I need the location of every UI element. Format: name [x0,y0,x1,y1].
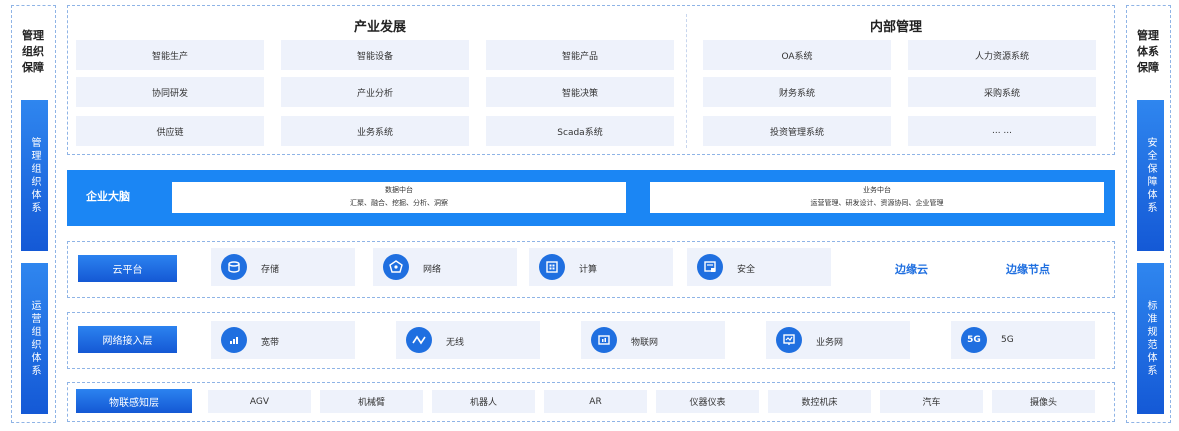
iot-item[interactable]: AR [544,390,647,413]
internal-item[interactable]: ... ... [908,116,1096,146]
compute-icon [539,254,565,280]
network-item-label: 无线 [446,338,465,348]
industry-title: 产业发展 [353,20,406,35]
data-center-title: 数据中台 [385,186,413,194]
internal-title: 内部管理 [869,20,922,35]
business-center-desc: 运营管理、研发设计、资源协同、企业管理 [810,199,944,207]
enterprise-brain-label: 企业大脑 [86,190,130,203]
business-center-box[interactable]: 业务中台 运营管理、研发设计、资源协同、企业管理 [650,182,1104,213]
cloud-item-label: 存储 [261,265,280,275]
internal-item[interactable]: 投资管理系统 [703,116,891,146]
industry-item[interactable]: 智能设备 [281,40,469,70]
cloud-item-compute[interactable]: 计算 [529,248,673,286]
storage-icon [221,254,247,280]
network-item-label: 物联网 [631,338,659,348]
business-network-icon [776,327,802,353]
industry-item[interactable]: 供应链 [76,116,264,146]
internal-item[interactable]: 财务系统 [703,77,891,107]
cloud-item-security[interactable]: 安全 [687,248,831,286]
cloud-item-label: 网络 [423,265,442,275]
network-item-iot[interactable]: 物联网 [581,321,725,359]
iot-perception-label: 物联感知层 [76,389,192,413]
network-item-wireless[interactable]: 无线 [396,321,540,359]
industry-item[interactable]: Scada系统 [486,116,674,146]
iot-item[interactable]: 机械臂 [320,390,423,413]
iot-item[interactable]: 仪器仪表 [656,390,759,413]
left-column-title: 管理 组织 保障 [22,29,44,74]
network-item-broadband[interactable]: 宽带 [211,321,355,359]
network-item-label: 宽带 [261,338,280,348]
internal-item[interactable]: 人力资源系统 [908,40,1096,70]
standard-system-bar: 标准规范体系 [1137,263,1164,414]
data-center-box[interactable]: 数据中台 汇聚、融合、挖掘、分析、洞察 [172,182,626,213]
edge-node-label[interactable]: 边缘节点 [1006,261,1050,277]
broadband-icon [221,327,247,353]
iot-icon [591,327,617,353]
5g-icon: 5G [961,327,987,353]
network-access-label: 网络接入层 [78,326,177,353]
security-icon [697,254,723,280]
iot-item[interactable]: 汽车 [880,390,983,413]
iot-item[interactable]: 机器人 [432,390,535,413]
industry-item[interactable]: 智能生产 [76,40,264,70]
management-org-system-bar: 管理组织体系 [21,100,48,251]
industry-item[interactable]: 智能决策 [486,77,674,107]
business-center-title: 业务中台 [863,186,891,194]
iot-item[interactable]: 数控机床 [768,390,871,413]
network-item-business[interactable]: 业务网 [766,321,910,359]
network-icon [383,254,409,280]
wireless-icon [406,327,432,353]
internal-item[interactable]: OA系统 [703,40,891,70]
network-item-label: 5G [1001,335,1014,345]
industry-item[interactable]: 协同研发 [76,77,264,107]
data-center-desc: 汇聚、融合、挖掘、分析、洞察 [350,199,448,207]
cloud-item-label: 计算 [579,265,598,275]
operation-org-system-bar: 运营组织体系 [21,263,48,414]
cloud-item-network[interactable]: 网络 [373,248,517,286]
edge-cloud-label[interactable]: 边缘云 [895,261,928,277]
industry-item[interactable]: 业务系统 [281,116,469,146]
iot-item[interactable]: AGV [208,390,311,413]
iot-item[interactable]: 摄像头 [992,390,1095,413]
network-item-5g[interactable]: 5G 5G [951,321,1095,359]
section-divider [686,14,687,148]
industry-item[interactable]: 产业分析 [281,77,469,107]
security-system-bar: 安全保障体系 [1137,100,1164,251]
cloud-item-storage[interactable]: 存储 [211,248,355,286]
cloud-platform-label: 云平台 [78,255,177,282]
industry-item[interactable]: 智能产品 [486,40,674,70]
cloud-item-label: 安全 [737,265,756,275]
internal-item[interactable]: 采购系统 [908,77,1096,107]
right-column-title: 管理 体系 保障 [1137,29,1159,74]
network-item-label: 业务网 [816,338,844,348]
